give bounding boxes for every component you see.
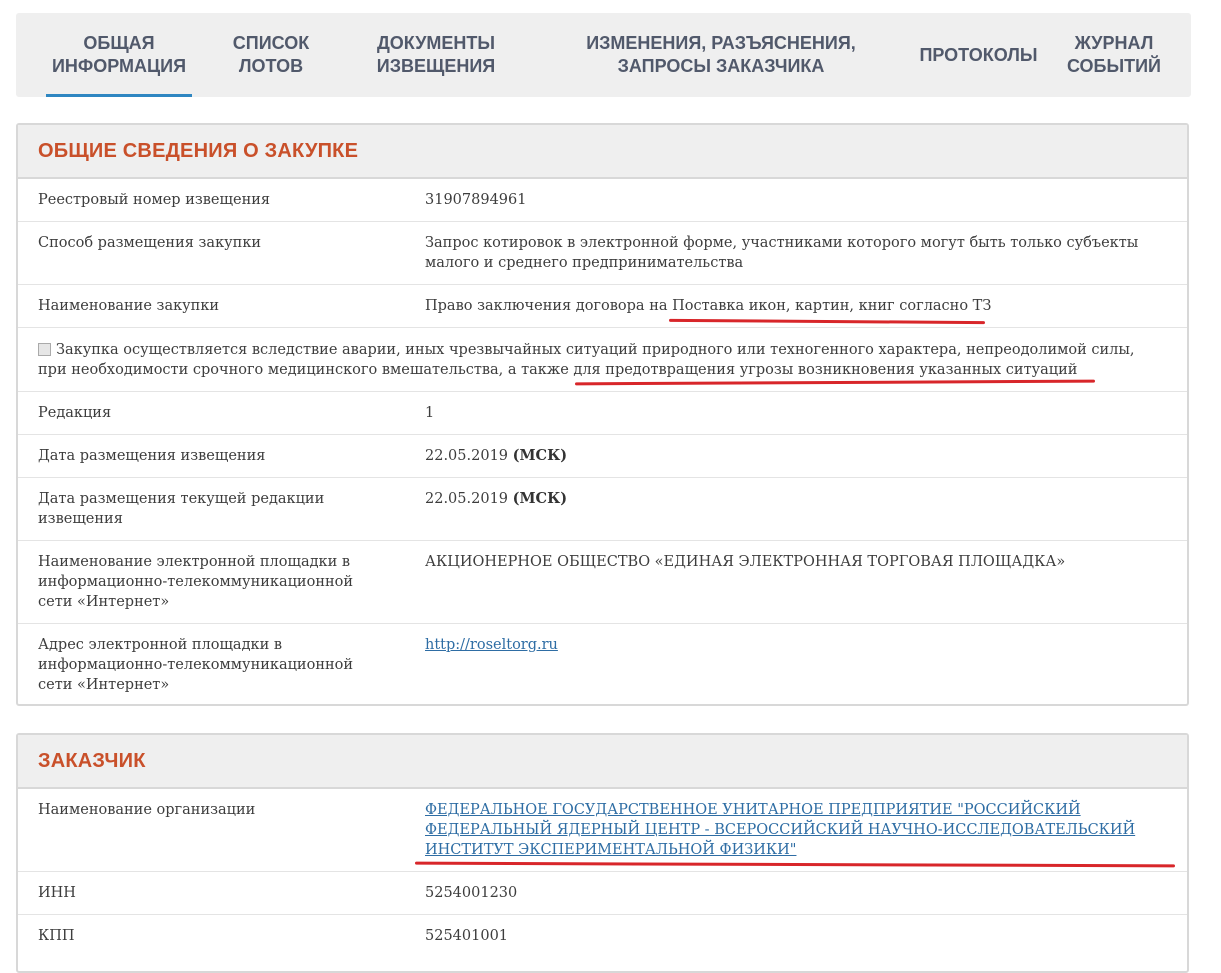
- section-title: ОБЩИЕ СВЕДЕНИЯ О ЗАКУПКЕ: [18, 125, 1187, 179]
- row-registry-number: Реестровый номер извещения 31907894961: [18, 179, 1187, 222]
- annotation-underline: [574, 379, 1096, 386]
- general-info-section: ОБЩИЕ СВЕДЕНИЯ О ЗАКУПКЕ Реестровый номе…: [16, 123, 1189, 706]
- tab-notice-documents[interactable]: ДОКУМЕНТЫ ИЗВЕЩЕНИЯ: [361, 13, 511, 97]
- section-title: ЗАКАЗЧИК: [18, 735, 1187, 789]
- label-inn: ИНН: [38, 885, 76, 901]
- row-inn: ИНН 5254001230: [18, 872, 1187, 915]
- row-organization: Наименование организации ФЕДЕРАЛЬНОЕ ГОС…: [18, 789, 1187, 872]
- tab-bar: ОБЩАЯ ИНФОРМАЦИЯ СПИСОК ЛОТОВ ДОКУМЕНТЫ …: [16, 13, 1191, 97]
- label-posted-date: Дата размещения извещения: [38, 448, 266, 464]
- annotation-underline: [668, 318, 986, 325]
- tab-event-log[interactable]: ЖУРНАЛ СОБЫТИЙ: [1056, 13, 1172, 97]
- label-registry-number: Реестровый номер извещения: [38, 192, 271, 208]
- posted-timezone: (МСК): [512, 447, 568, 464]
- row-posted-date: Дата размещения извещения 22.05.2019 (МС…: [18, 435, 1187, 478]
- value-posted-date: 22.05.2019: [425, 448, 509, 464]
- value-inn: 5254001230: [425, 885, 518, 901]
- row-purchase-name: Наименование закупки Право заключения до…: [18, 285, 1187, 328]
- organization-link[interactable]: ФЕДЕРАЛЬНОЕ ГОСУДАРСТВЕННОЕ УНИТАРНОЕ ПР…: [425, 802, 1135, 858]
- row-platform-name: Наименование электронной площадки в инфо…: [18, 541, 1187, 624]
- current-timezone: (МСК): [512, 490, 568, 507]
- row-emergency: Закупка осуществляется вследствие аварии…: [18, 328, 1187, 392]
- label-method: Способ размещения закупки: [38, 235, 262, 251]
- customer-section: ЗАКАЗЧИК Наименование организации ФЕДЕРА…: [16, 733, 1189, 973]
- tab-general-info[interactable]: ОБЩАЯ ИНФОРМАЦИЯ: [46, 13, 192, 97]
- value-platform-name: АКЦИОНЕРНОЕ ОБЩЕСТВО «ЕДИНАЯ ЭЛЕКТРОННАЯ…: [425, 554, 1066, 570]
- row-kpp: КПП 525401001: [18, 915, 1187, 958]
- label-edition: Редакция: [38, 405, 112, 421]
- tab-protocols[interactable]: ПРОТОКОЛЫ: [911, 13, 1046, 97]
- label-platform-name: Наименование электронной площадки в инфо…: [38, 554, 354, 610]
- row-edition: Редакция 1: [18, 392, 1187, 435]
- emergency-text: Закупка осуществляется вследствие аварии…: [38, 342, 1135, 378]
- label-current-edition-date: Дата размещения текущей редакции извещен…: [38, 491, 325, 527]
- tab-lots-list[interactable]: СПИСОК ЛОТОВ: [216, 13, 326, 97]
- value-method: Запрос котировок в электронной форме, уч…: [425, 235, 1139, 271]
- value-kpp: 525401001: [425, 928, 509, 944]
- annotation-underline: [414, 861, 1176, 868]
- label-purchase-name: Наименование закупки: [38, 298, 220, 314]
- tab-changes-clarifications[interactable]: ИЗМЕНЕНИЯ, РАЗЪЯСНЕНИЯ, ЗАПРОСЫ ЗАКАЗЧИК…: [576, 13, 866, 97]
- label-platform-address: Адрес электронной площадки в информацион…: [38, 637, 354, 693]
- emergency-checkbox[interactable]: [38, 343, 51, 356]
- row-current-edition-date: Дата размещения текущей редакции извещен…: [18, 478, 1187, 541]
- row-method: Способ размещения закупки Запрос котиров…: [18, 222, 1187, 285]
- value-registry-number: 31907894961: [425, 192, 527, 208]
- value-edition: 1: [425, 405, 435, 421]
- row-platform-address: Адрес электронной площадки в информацион…: [18, 624, 1187, 708]
- value-purchase-name: Право заключения договора на Поставка ик…: [425, 298, 992, 314]
- label-kpp: КПП: [38, 928, 75, 944]
- value-current-edition-date: 22.05.2019: [425, 491, 509, 507]
- label-organization: Наименование организации: [38, 802, 256, 818]
- platform-address-link[interactable]: http://roseltorg.ru: [425, 637, 558, 653]
